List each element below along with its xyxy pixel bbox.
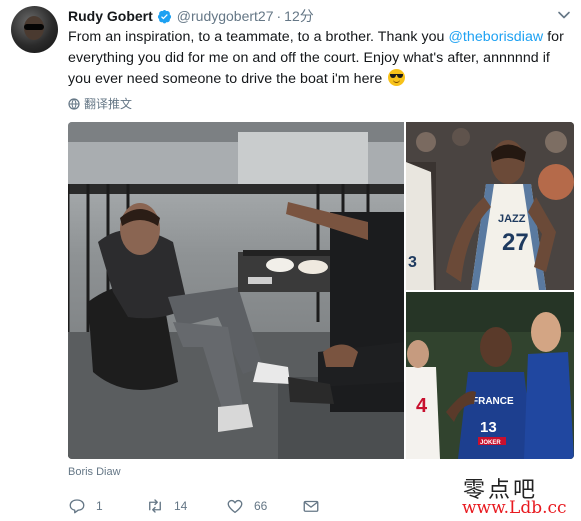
france-sponsor: JOKER [480, 440, 501, 446]
jazz-scene-illustration: 3 JAZZ 27 [406, 122, 574, 290]
cafe-scene-illustration [68, 122, 404, 459]
translate-label[interactable]: 翻译推文 [84, 95, 132, 112]
photo-france-players[interactable]: 4 FRANCE 13 JOKER [406, 292, 574, 459]
globe-icon [68, 97, 80, 110]
reply-count: 1 [96, 499, 103, 513]
france-number: 13 [480, 419, 497, 436]
author-avatar[interactable] [11, 6, 58, 53]
author-handle[interactable]: @rudygobert27 [177, 8, 274, 24]
tweet-header: Rudy Gobert @rudygobert27 · 12分 [68, 7, 314, 25]
reply-icon [69, 499, 85, 514]
mention-link[interactable]: @theborisdiaw [448, 29, 543, 45]
tweet-text-part-1: From an inspiration, to a teammate, to a… [68, 29, 449, 45]
media-caption[interactable]: Boris Diaw [68, 466, 121, 478]
like-button[interactable]: 66 [226, 497, 302, 515]
retweet-button[interactable]: 14 [146, 497, 226, 515]
jazz-number: 27 [502, 229, 529, 256]
translate-tweet-link[interactable]: 翻译推文 [68, 95, 132, 112]
retweet-icon [149, 499, 161, 513]
tweet-timestamp[interactable]: 12分 [284, 6, 314, 26]
photo-jazz-players[interactable]: 3 JAZZ 27 [406, 122, 574, 290]
author-name[interactable]: Rudy Gobert [68, 8, 153, 24]
chevron-down-icon[interactable] [557, 8, 571, 22]
mail-icon [303, 500, 319, 512]
watermark-url: www.Ldb.cc [462, 498, 567, 518]
like-count: 66 [254, 499, 268, 513]
like-icon [227, 499, 243, 514]
separator-dot: · [276, 8, 282, 24]
france-wordmark: FRANCE [472, 396, 514, 407]
jazz-wordmark: JAZZ [498, 213, 526, 225]
spain-number: 4 [416, 395, 428, 417]
reply-button[interactable]: 1 [68, 497, 146, 515]
direct-message-button[interactable] [302, 497, 332, 515]
verified-badge-icon [157, 9, 171, 23]
france-scene-illustration: 4 FRANCE 13 JOKER [406, 292, 574, 459]
sunglasses-emoji-icon [388, 69, 406, 86]
tweet-text: From an inspiration, to a teammate, to a… [68, 27, 576, 90]
left-player-number: 3 [408, 254, 417, 271]
tweet-actions: 1 14 66 [68, 497, 332, 515]
photo-cafe-players[interactable] [68, 122, 404, 459]
retweet-count: 14 [174, 499, 188, 513]
media-grid[interactable]: 3 JAZZ 27 4 FRANCE 13 JOKER [68, 122, 574, 459]
